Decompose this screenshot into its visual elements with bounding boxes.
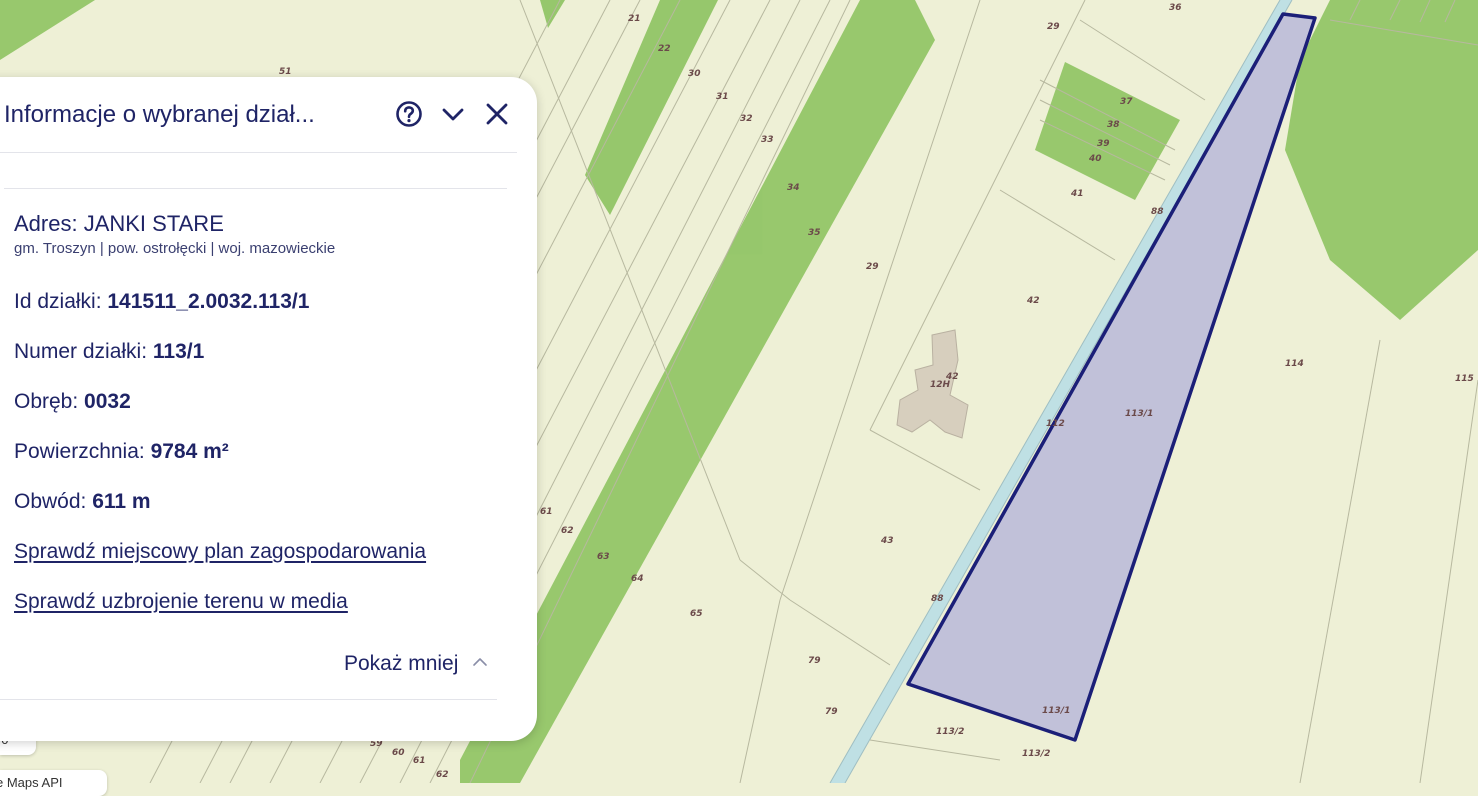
parcel-label: 113/1 (1125, 409, 1153, 419)
area-label: Powierzchnia: (14, 440, 151, 463)
parcel-label: 112 (1046, 419, 1065, 429)
parcel-id-value: 141511_2.0032.113/1 (107, 290, 310, 313)
parcel-label: 115 (1455, 374, 1474, 384)
parcel-label: 64 (631, 574, 644, 584)
parcel-label: 34 (787, 183, 800, 193)
parcel-label: 51 (279, 67, 292, 77)
chevron-up-icon (472, 652, 488, 676)
section-divider (4, 188, 507, 189)
parcel-label: 35 (808, 228, 821, 238)
parcel-label: 65 (690, 609, 703, 619)
zoning-plan-link[interactable]: Sprawdź miejscowy plan zagospodarowania (14, 540, 426, 564)
parcel-label: 22 (658, 44, 671, 54)
precinct-value: 0032 (84, 390, 131, 413)
chevron-down-icon[interactable] (438, 99, 468, 129)
parcel-info-panel: Informacje o wybranej dział... Adres: JA… (0, 77, 537, 741)
parcel-label: 113/2 (1022, 749, 1050, 759)
parcel-label: 62 (436, 770, 449, 780)
parcel-label: 38 (1107, 120, 1120, 130)
parcel-label: 42 (1026, 296, 1040, 306)
parcel-label: 63 (597, 552, 610, 562)
perimeter-label: Obwód: (14, 490, 93, 513)
address-subtitle: gm. Troszyn | pow. ostrołęcki | woj. maz… (14, 240, 336, 257)
parcel-number-row: Numer działki: 113/1 (14, 340, 204, 364)
parcel-label: 79 (825, 707, 838, 717)
parcel-label: 79 (808, 656, 821, 666)
parcel-label: 88 (1151, 207, 1164, 217)
parcel-number-value: 113/1 (152, 340, 205, 363)
precinct-row: Obręb: 0032 (14, 390, 131, 414)
parcel-label: 60 (392, 748, 405, 758)
show-less-button[interactable]: Pokaż mniej (344, 652, 488, 676)
parcel-label: 30 (688, 69, 701, 79)
parcel-label: 62 (561, 526, 574, 536)
parcel-label: 37 (1120, 97, 1133, 107)
parcel-label: 31 (716, 92, 729, 102)
help-icon[interactable] (394, 99, 424, 129)
parcel-label: 12H (930, 380, 951, 390)
parcel-label: 61 (540, 507, 553, 517)
parcel-label: 113/2 (936, 727, 964, 737)
parcel-label: 61 (413, 756, 426, 766)
panel-header: Informacje o wybranej dział... (4, 95, 514, 135)
parcel-label: 41 (1070, 189, 1084, 199)
perimeter-value: 611 m (92, 490, 151, 513)
parcel-label: 114 (1285, 359, 1304, 369)
parcel-label: 33 (761, 135, 774, 145)
parcel-id-label: Id działki: (14, 290, 108, 313)
address-title: Adres: JANKI STARE (14, 211, 224, 236)
area-row: Powierzchnia: 9784 m² (14, 440, 229, 464)
parcel-label: 32 (740, 114, 753, 124)
header-divider (0, 152, 517, 153)
close-icon[interactable] (482, 99, 512, 129)
precinct-label: Obręb: (14, 390, 85, 413)
footer-divider (0, 699, 497, 700)
parcel-label: 39 (1097, 139, 1110, 149)
parcel-label: 36 (1169, 3, 1182, 13)
panel-title: Informacje o wybranej dział... (4, 101, 315, 128)
show-less-label: Pokaż mniej (344, 652, 459, 675)
parcel-id-row: Id działki: 141511_2.0032.113/1 (14, 290, 309, 314)
maps-api-attribution-chip[interactable]: e Maps API (0, 770, 107, 796)
parcel-label: 40 (1088, 154, 1102, 164)
parcel-label: 29 (866, 262, 879, 272)
utilities-link[interactable]: Sprawdź uzbrojenie terenu w media (14, 590, 348, 614)
parcel-label: 43 (880, 536, 894, 546)
parcel-number-label: Numer działki: (14, 340, 153, 363)
parcel-label: 113/1 (1042, 706, 1070, 716)
panel-header-actions (394, 99, 512, 129)
parcel-label: 21 (628, 14, 641, 24)
area-value: 9784 m² (150, 440, 229, 463)
parcel-label: 29 (1047, 22, 1060, 32)
perimeter-row: Obwód: 611 m (14, 490, 151, 514)
parcel-label: 88 (931, 594, 944, 604)
